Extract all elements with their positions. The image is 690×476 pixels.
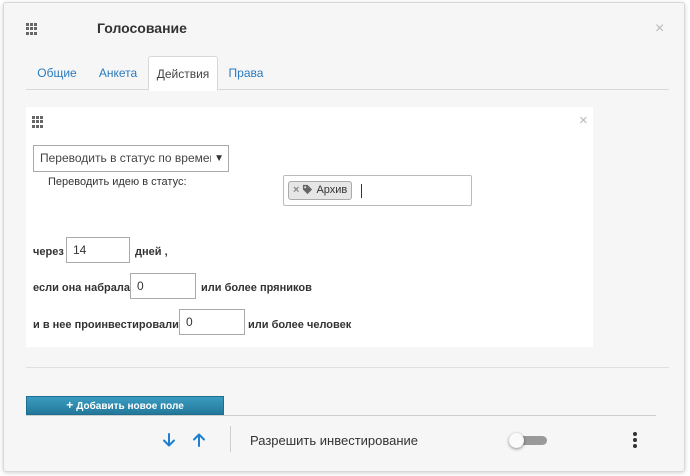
panel-close-icon[interactable]: × (579, 113, 588, 128)
kebab-menu-icon[interactable] (630, 432, 640, 452)
tab-questionnaire[interactable]: Анкета (88, 56, 148, 90)
arrow-up-icon[interactable] (191, 432, 207, 448)
status-tag: × Архив (288, 181, 353, 200)
days-suffix: дней , (135, 246, 168, 258)
gingerbread-suffix: или более пряников (201, 282, 312, 294)
plus-icon: + (66, 398, 74, 412)
action-type-select-value: Переводить в статус по времени (40, 151, 223, 165)
tag-remove-icon[interactable]: × (293, 184, 299, 196)
voting-dialog: Голосование × Общие Анкета Действия Прав… (3, 2, 685, 472)
footer-separator (230, 426, 231, 452)
investors-prefix: и в нее проинвестировали (33, 319, 179, 331)
section-divider (26, 367, 669, 368)
tab-bar: Общие Анкета Действия Права (26, 56, 669, 91)
status-tag-input[interactable]: × Архив (283, 175, 472, 206)
action-type-select[interactable]: Переводить в статус по времени ▼ (33, 145, 229, 172)
tag-icon (303, 184, 313, 195)
arrow-down-icon[interactable] (161, 432, 177, 448)
gingerbread-input[interactable]: 0 (130, 273, 196, 299)
tab-general[interactable]: Общие (26, 56, 88, 90)
add-field-button[interactable]: + Добавить новое поле (26, 396, 224, 415)
dialog-title: Голосование (97, 20, 187, 36)
days-prefix: через (33, 246, 64, 258)
footer-divider (26, 415, 656, 416)
tab-actions[interactable]: Действия (148, 56, 218, 91)
panel-drag-grid-icon[interactable] (32, 116, 44, 128)
status-label: Переводить идею в статус: (48, 176, 187, 188)
tab-permissions[interactable]: Права (218, 56, 274, 90)
investors-input[interactable]: 0 (179, 309, 245, 335)
investors-suffix: или более человек (248, 319, 352, 331)
action-panel: × Переводить в статус по времени ▼ Перев… (26, 107, 593, 347)
drag-grid-icon[interactable] (26, 23, 38, 35)
days-input[interactable]: 14 (66, 237, 130, 263)
add-field-button-label: Добавить новое поле (76, 401, 184, 412)
toggle-knob (509, 433, 524, 448)
status-tag-label: Архив (316, 184, 348, 196)
dropdown-arrow-icon: ▼ (211, 146, 224, 171)
dialog-close-icon[interactable]: × (655, 21, 664, 37)
gingerbread-prefix: если она набрала (33, 282, 130, 294)
text-cursor (361, 184, 362, 198)
allow-investing-toggle[interactable] (509, 433, 547, 448)
allow-investing-label: Разрешить инвестирование (250, 433, 419, 448)
